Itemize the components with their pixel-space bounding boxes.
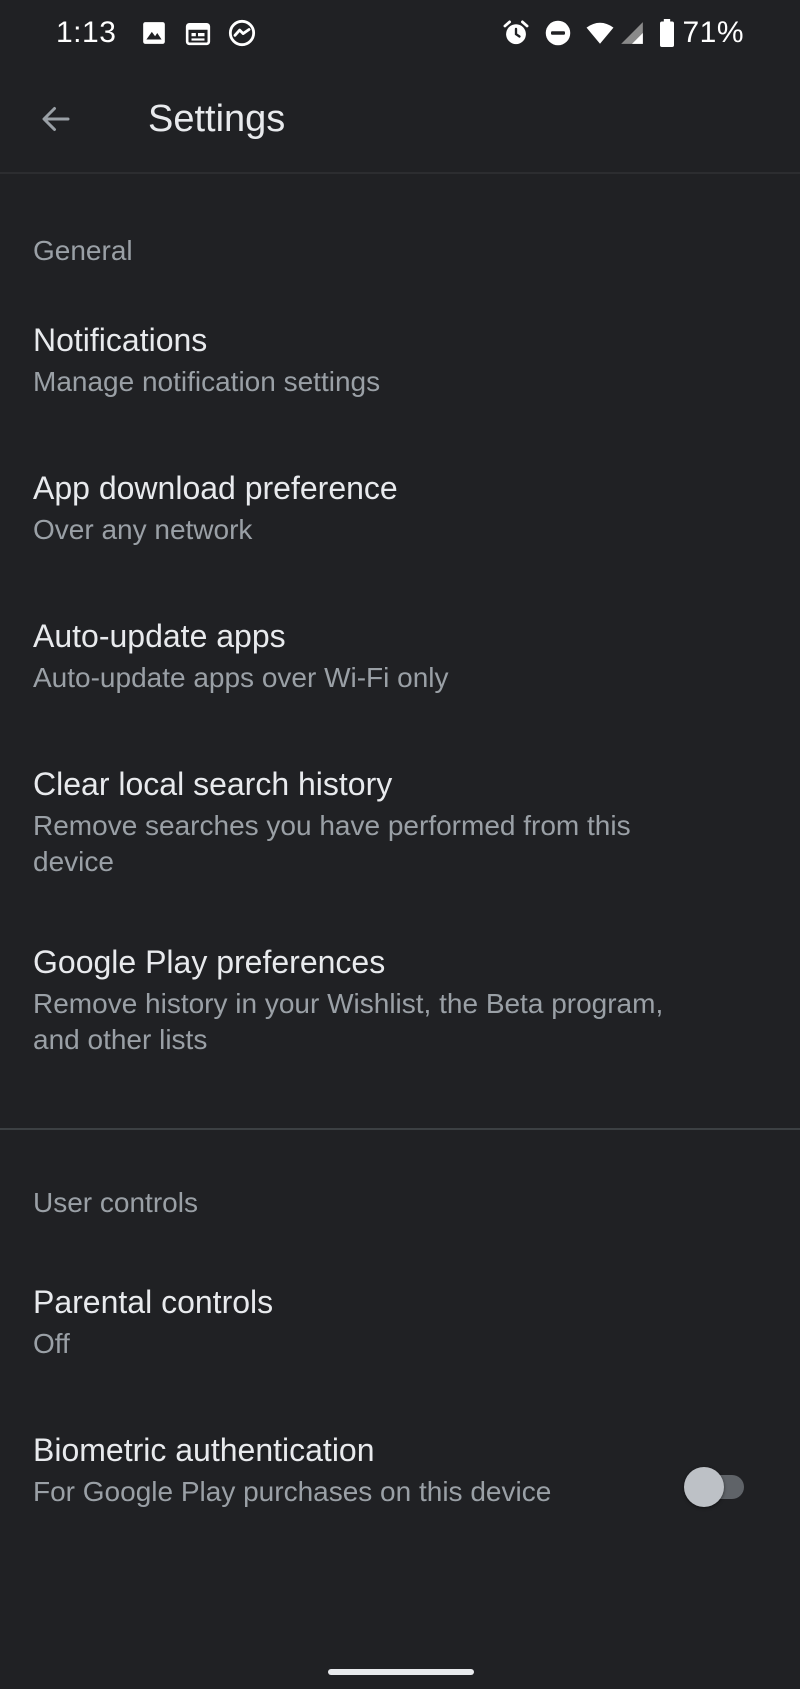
toggle-thumb	[684, 1467, 724, 1507]
section-header-general: General	[33, 235, 133, 266]
setting-google-play-preferences[interactable]: Google Play preferences Remove history i…	[0, 942, 800, 1058]
settings-list: General Notifications Manage notificatio…	[0, 174, 800, 1510]
setting-title: Biometric authentication	[33, 1432, 375, 1468]
calendar-icon	[184, 19, 212, 47]
setting-subtitle: Remove history in your Wishlist, the Bet…	[33, 988, 664, 1055]
status-time: 1:13	[56, 16, 117, 49]
alarm-icon	[502, 19, 530, 47]
status-bar-left: 1:13	[56, 16, 272, 50]
setting-biometric-authentication[interactable]: Biometric authentication For Google Play…	[0, 1430, 800, 1510]
setting-title: Clear local search history	[33, 766, 393, 802]
status-bar-right: 71%	[502, 16, 744, 50]
wifi-icon	[586, 19, 614, 47]
status-bar: 1:13 71%	[0, 0, 800, 66]
setting-subtitle: For Google Play purchases on this device	[33, 1476, 552, 1507]
battery-level: 71%	[682, 16, 744, 49]
gesture-nav-handle[interactable]	[328, 1669, 474, 1675]
biometric-toggle[interactable]	[684, 1464, 744, 1507]
setting-subtitle: Remove searches you have performed from …	[33, 810, 631, 877]
image-icon	[140, 19, 168, 47]
setting-title: Parental controls	[33, 1284, 274, 1320]
setting-title: Google Play preferences	[33, 944, 386, 980]
setting-title: Notifications	[33, 322, 208, 358]
page-title: Settings	[148, 97, 286, 140]
setting-app-download-preference[interactable]: App download preference Over any network	[0, 468, 800, 548]
messenger-icon	[228, 19, 256, 47]
setting-title: Auto-update apps	[33, 618, 286, 654]
setting-subtitle: Auto-update apps over Wi-Fi only	[33, 662, 449, 693]
setting-title: App download preference	[33, 470, 398, 506]
setting-clear-local-search-history[interactable]: Clear local search history Remove search…	[0, 764, 800, 880]
setting-parental-controls[interactable]: Parental controls Off	[0, 1282, 800, 1362]
setting-subtitle: Over any network	[33, 514, 253, 545]
arrow-back-icon	[42, 107, 70, 131]
back-button[interactable]	[28, 91, 84, 147]
setting-auto-update-apps[interactable]: Auto-update apps Auto-update apps over W…	[0, 616, 800, 696]
setting-notifications[interactable]: Notifications Manage notification settin…	[0, 320, 800, 400]
do-not-disturb-icon	[544, 19, 572, 47]
section-header-user-controls: User controls	[33, 1187, 198, 1218]
setting-subtitle: Off	[33, 1328, 70, 1359]
app-bar: Settings	[0, 66, 800, 174]
signal-icon	[618, 19, 646, 47]
battery-icon	[658, 19, 676, 47]
setting-subtitle: Manage notification settings	[33, 366, 381, 397]
